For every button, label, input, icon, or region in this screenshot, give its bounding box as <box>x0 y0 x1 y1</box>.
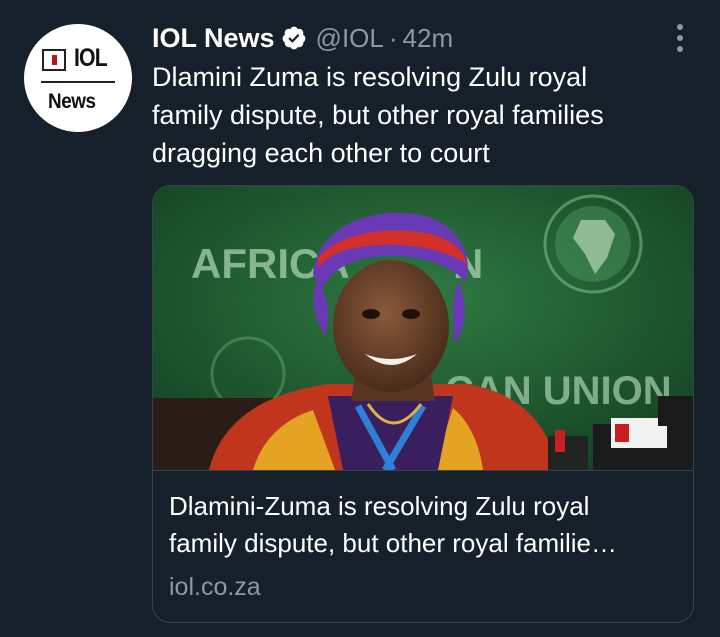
card-image[interactable]: AFRICA N CAN UNION <box>153 186 693 470</box>
header-separator: · <box>388 22 398 53</box>
card-title[interactable]: Dlamini-Zuma is resolving Zulu royal fam… <box>169 488 681 562</box>
author-handle[interactable]: @IOL <box>316 23 384 54</box>
avatar-logo-text-bottom: News <box>48 90 96 113</box>
avatar-logo-text-top: IOL <box>74 44 108 72</box>
card-divider <box>153 470 693 471</box>
verified-badge-icon <box>282 26 305 50</box>
more-vertical-icon[interactable] <box>668 24 692 52</box>
avatar-logo-divider <box>41 81 115 83</box>
link-card[interactable]: AFRICA N CAN UNION Dlamini-Zuma is resol… <box>152 185 694 623</box>
author-name[interactable]: IOL News <box>152 23 275 54</box>
tweet-header: IOL News @IOL · 42m <box>152 20 453 56</box>
tweet-text: Dlamini Zuma is resolving Zulu royal fam… <box>152 62 604 168</box>
card-domain[interactable]: iol.co.za <box>169 569 261 605</box>
iol-logo-mark-icon <box>42 49 66 71</box>
tweet[interactable]: IOL News IOL News @IOL · 42m Dlamini Zum… <box>0 0 720 637</box>
tweet-timestamp[interactable]: 42m <box>403 23 454 54</box>
avatar[interactable]: IOL News <box>24 24 132 132</box>
